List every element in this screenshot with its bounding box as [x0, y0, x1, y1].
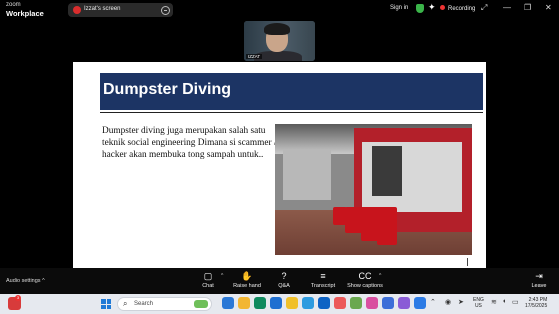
recording-indicator[interactable]: Recording: [440, 5, 475, 12]
dumpster-photo: [275, 124, 472, 255]
audio-settings-button[interactable]: Audio settings ^: [6, 278, 45, 284]
qa-icon: ?: [281, 271, 287, 281]
tray-send-icon[interactable]: ➤: [458, 298, 464, 306]
title-divider: [100, 112, 483, 113]
wifi-icon[interactable]: ≋: [491, 298, 497, 306]
search-highlight-icon: [194, 300, 208, 308]
search-icon: ⌕: [123, 299, 128, 308]
taskbar-app-icon[interactable]: [414, 297, 426, 309]
windows-logo-icon: [101, 299, 106, 304]
notification-badge: 3: [15, 295, 21, 301]
clock[interactable]: 2:43 PM 17/5/2025: [525, 297, 547, 309]
chat-options-caret[interactable]: ^: [221, 273, 223, 279]
share-label: Izzat's screen: [84, 6, 121, 12]
share-status-icon: [73, 6, 81, 14]
taskbar-app-icon[interactable]: [238, 297, 250, 309]
language-line2: US: [474, 303, 482, 309]
volume-icon[interactable]: ◖: [502, 298, 506, 305]
stop-share-icon[interactable]: [161, 5, 170, 15]
ai-companion-icon[interactable]: ✦: [428, 2, 436, 13]
leave-label: Leave: [531, 283, 547, 289]
participant-name-tag: IZZAT: [246, 54, 263, 59]
battery-icon[interactable]: ▭: [512, 298, 519, 306]
taskbar-app-icon[interactable]: [270, 297, 282, 309]
search-placeholder: Search: [134, 301, 154, 307]
zoom-window: zoom Workplace Izzat's screen Sign in ✦ …: [0, 0, 559, 314]
chat-label: Chat: [202, 283, 214, 289]
leave-button[interactable]: ⇥ Leave: [527, 271, 551, 289]
app-brand-line1: zoom: [6, 2, 21, 8]
windows-taskbar: 3 ⌕ Search ⌃ ◉ ➤ ENG US ≋ ◖ ▭ 2:43 PM 17…: [0, 294, 559, 314]
encryption-shield-icon[interactable]: [416, 4, 424, 13]
leave-icon: ⇥: [535, 271, 543, 281]
qa-button[interactable]: ? Q&A: [264, 271, 304, 289]
captions-options-caret[interactable]: ^: [379, 273, 381, 279]
photo-bin: [377, 207, 397, 245]
hand-icon: ✋: [241, 271, 253, 281]
video-person-hair: [264, 23, 290, 35]
participant-video[interactable]: IZZAT: [244, 21, 315, 61]
audio-settings-label: Audio settings: [6, 278, 41, 284]
transcript-icon: ≡: [320, 271, 326, 281]
slide-title: Dumpster Diving: [103, 81, 232, 98]
taskbar-search[interactable]: ⌕ Search: [117, 297, 212, 311]
taskbar-app-icon[interactable]: [254, 297, 266, 309]
fullscreen-icon[interactable]: ⤢: [481, 3, 487, 13]
taskbar-app-icon[interactable]: [302, 297, 314, 309]
windows-logo-tile: [101, 304, 106, 309]
taskbar-app-icon[interactable]: [382, 297, 394, 309]
raise-hand-label: Raise hand: [233, 283, 261, 289]
qa-label: Q&A: [278, 283, 290, 289]
photo-corridor: [283, 150, 331, 200]
taskbar-app-icon[interactable]: [350, 297, 362, 309]
taskbar-app-icon[interactable]: [398, 297, 410, 309]
show-captions-label: Show captions: [347, 283, 383, 289]
transcript-button[interactable]: ≡ Transcript: [303, 271, 343, 289]
taskbar-app-icon[interactable]: [286, 297, 298, 309]
clock-date: 17/5/2025: [525, 303, 548, 309]
tray-overflow-icon[interactable]: ⌃: [430, 298, 436, 306]
taskbar-app-icon[interactable]: [366, 297, 378, 309]
taskbar-app-icon[interactable]: [222, 297, 234, 309]
slide-body-text: Dumpster diving juga merupakan salah sat…: [102, 126, 277, 160]
taskbar-app-icon[interactable]: [334, 297, 346, 309]
photo-store-door: [372, 146, 402, 196]
start-button[interactable]: [101, 299, 111, 309]
slide-scroll-marker: [467, 258, 468, 266]
windows-logo-tile: [106, 304, 111, 309]
meeting-toolbar: Audio settings ^ ▢ Chat ^ ✋ Raise hand ?…: [0, 268, 559, 294]
transcript-label: Transcript: [310, 283, 336, 289]
recording-dot-icon: [440, 5, 445, 10]
sign-in-link[interactable]: Sign in: [390, 5, 408, 11]
app-brand-line2: Workplace: [6, 9, 44, 18]
language-indicator[interactable]: ENG US: [473, 297, 484, 309]
app-brand: zoom Workplace: [6, 2, 44, 17]
windows-logo-tile: [106, 299, 111, 304]
taskbar-app-icon[interactable]: [318, 297, 330, 309]
restore-button[interactable]: ❐: [524, 3, 531, 12]
shared-slide: Dumpster Diving Dumpster diving juga mer…: [73, 62, 486, 268]
raise-hand-button[interactable]: ✋ Raise hand: [227, 271, 267, 289]
tray-app-icon[interactable]: ◉: [445, 298, 451, 306]
slide-title-bar: Dumpster Diving: [100, 73, 483, 110]
minimize-button[interactable]: —: [503, 3, 511, 12]
title-bar: zoom Workplace Izzat's screen Sign in ✦ …: [0, 0, 559, 20]
close-button[interactable]: ✕: [545, 3, 552, 12]
screen-share-indicator[interactable]: Izzat's screen: [68, 3, 173, 17]
recording-label: Recording: [448, 6, 476, 12]
